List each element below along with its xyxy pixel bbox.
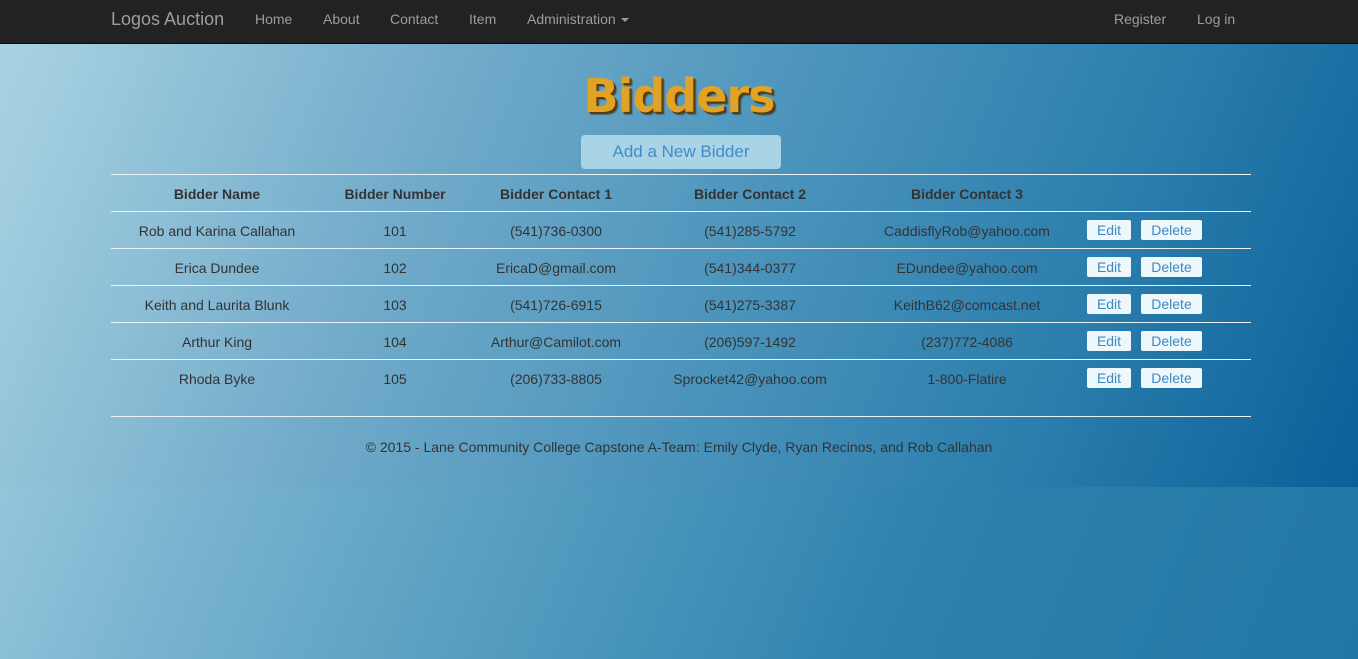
nav-contact[interactable]: Contact [390, 0, 438, 40]
nav-home[interactable]: Home [255, 0, 292, 40]
footer-copyright: © 2015 - Lane Community College Capstone… [365, 439, 993, 455]
cell-bidder-number: 103 [383, 297, 407, 313]
page-title: Bidders [583, 69, 776, 123]
footer-divider [111, 416, 1251, 417]
brand-link[interactable]: Logos Auction [111, 0, 224, 40]
nav-administration-label: Administration [527, 11, 616, 27]
cell-contact-2: Sprocket42@yahoo.com [673, 371, 827, 387]
delete-button[interactable]: Delete [1141, 294, 1202, 314]
cell-contact-2: (541)285-5792 [704, 223, 796, 239]
cell-bidder-number: 104 [383, 334, 407, 350]
header-bidder-contact-2: Bidder Contact 2 [693, 186, 807, 202]
row-divider [111, 322, 1251, 323]
cell-contact-1: EricaD@gmail.com [495, 260, 617, 276]
delete-button[interactable]: Delete [1141, 331, 1202, 351]
nav-about[interactable]: About [323, 0, 360, 40]
row-divider [111, 359, 1251, 360]
cell-contact-1: (541)726-6915 [510, 297, 602, 313]
edit-button[interactable]: Edit [1087, 331, 1131, 351]
edit-button[interactable]: Edit [1087, 257, 1131, 277]
cell-bidder-name: Erica Dundee [174, 260, 260, 276]
add-bidder-button[interactable]: Add a New Bidder [581, 135, 781, 169]
top-navbar: Logos Auction Home About Contact Item Ad… [0, 0, 1358, 44]
table-top-border [111, 174, 1251, 175]
caret-down-icon [620, 18, 629, 23]
cell-contact-1: (541)736-0300 [510, 223, 602, 239]
cell-contact-3: KeithB62@comcast.net [893, 297, 1041, 313]
header-bidder-contact-1: Bidder Contact 1 [499, 186, 613, 202]
cell-contact-2: (206)597-1492 [704, 334, 796, 350]
nav-administration-dropdown[interactable]: Administration [527, 0, 629, 40]
nav-item[interactable]: Item [469, 0, 496, 40]
cell-contact-3: (237)772-4086 [921, 334, 1013, 350]
cell-bidder-number: 102 [383, 260, 407, 276]
edit-button[interactable]: Edit [1087, 368, 1131, 388]
cell-contact-3: 1-800-Flatire [927, 371, 1007, 387]
nav-register[interactable]: Register [1114, 0, 1166, 40]
cell-bidder-name: Rhoda Byke [178, 371, 256, 387]
edit-button[interactable]: Edit [1087, 294, 1131, 314]
row-divider [111, 248, 1251, 249]
cell-contact-1: Arthur@Camilot.com [490, 334, 622, 350]
delete-button[interactable]: Delete [1141, 220, 1202, 240]
cell-contact-2: (541)275-3387 [704, 297, 796, 313]
cell-bidder-number: 105 [383, 371, 407, 387]
cell-contact-2: (541)344-0377 [704, 260, 796, 276]
cell-bidder-name: Arthur King [181, 334, 253, 350]
cell-contact-3: EDundee@yahoo.com [896, 260, 1038, 276]
edit-button[interactable]: Edit [1087, 220, 1131, 240]
row-divider [111, 285, 1251, 286]
header-bidder-number: Bidder Number [344, 186, 446, 202]
cell-bidder-number: 101 [383, 223, 407, 239]
cell-bidder-name: Rob and Karina Callahan [138, 223, 296, 239]
nav-login[interactable]: Log in [1197, 0, 1235, 40]
cell-bidder-name: Keith and Laurita Blunk [144, 297, 290, 313]
cell-contact-1: (206)733-8805 [510, 371, 602, 387]
delete-button[interactable]: Delete [1141, 368, 1202, 388]
cell-contact-3: CaddisflyRob@yahoo.com [884, 223, 1050, 239]
row-divider [111, 211, 1251, 212]
header-bidder-name: Bidder Name [173, 186, 261, 202]
header-bidder-contact-3: Bidder Contact 3 [910, 186, 1024, 202]
delete-button[interactable]: Delete [1141, 257, 1202, 277]
